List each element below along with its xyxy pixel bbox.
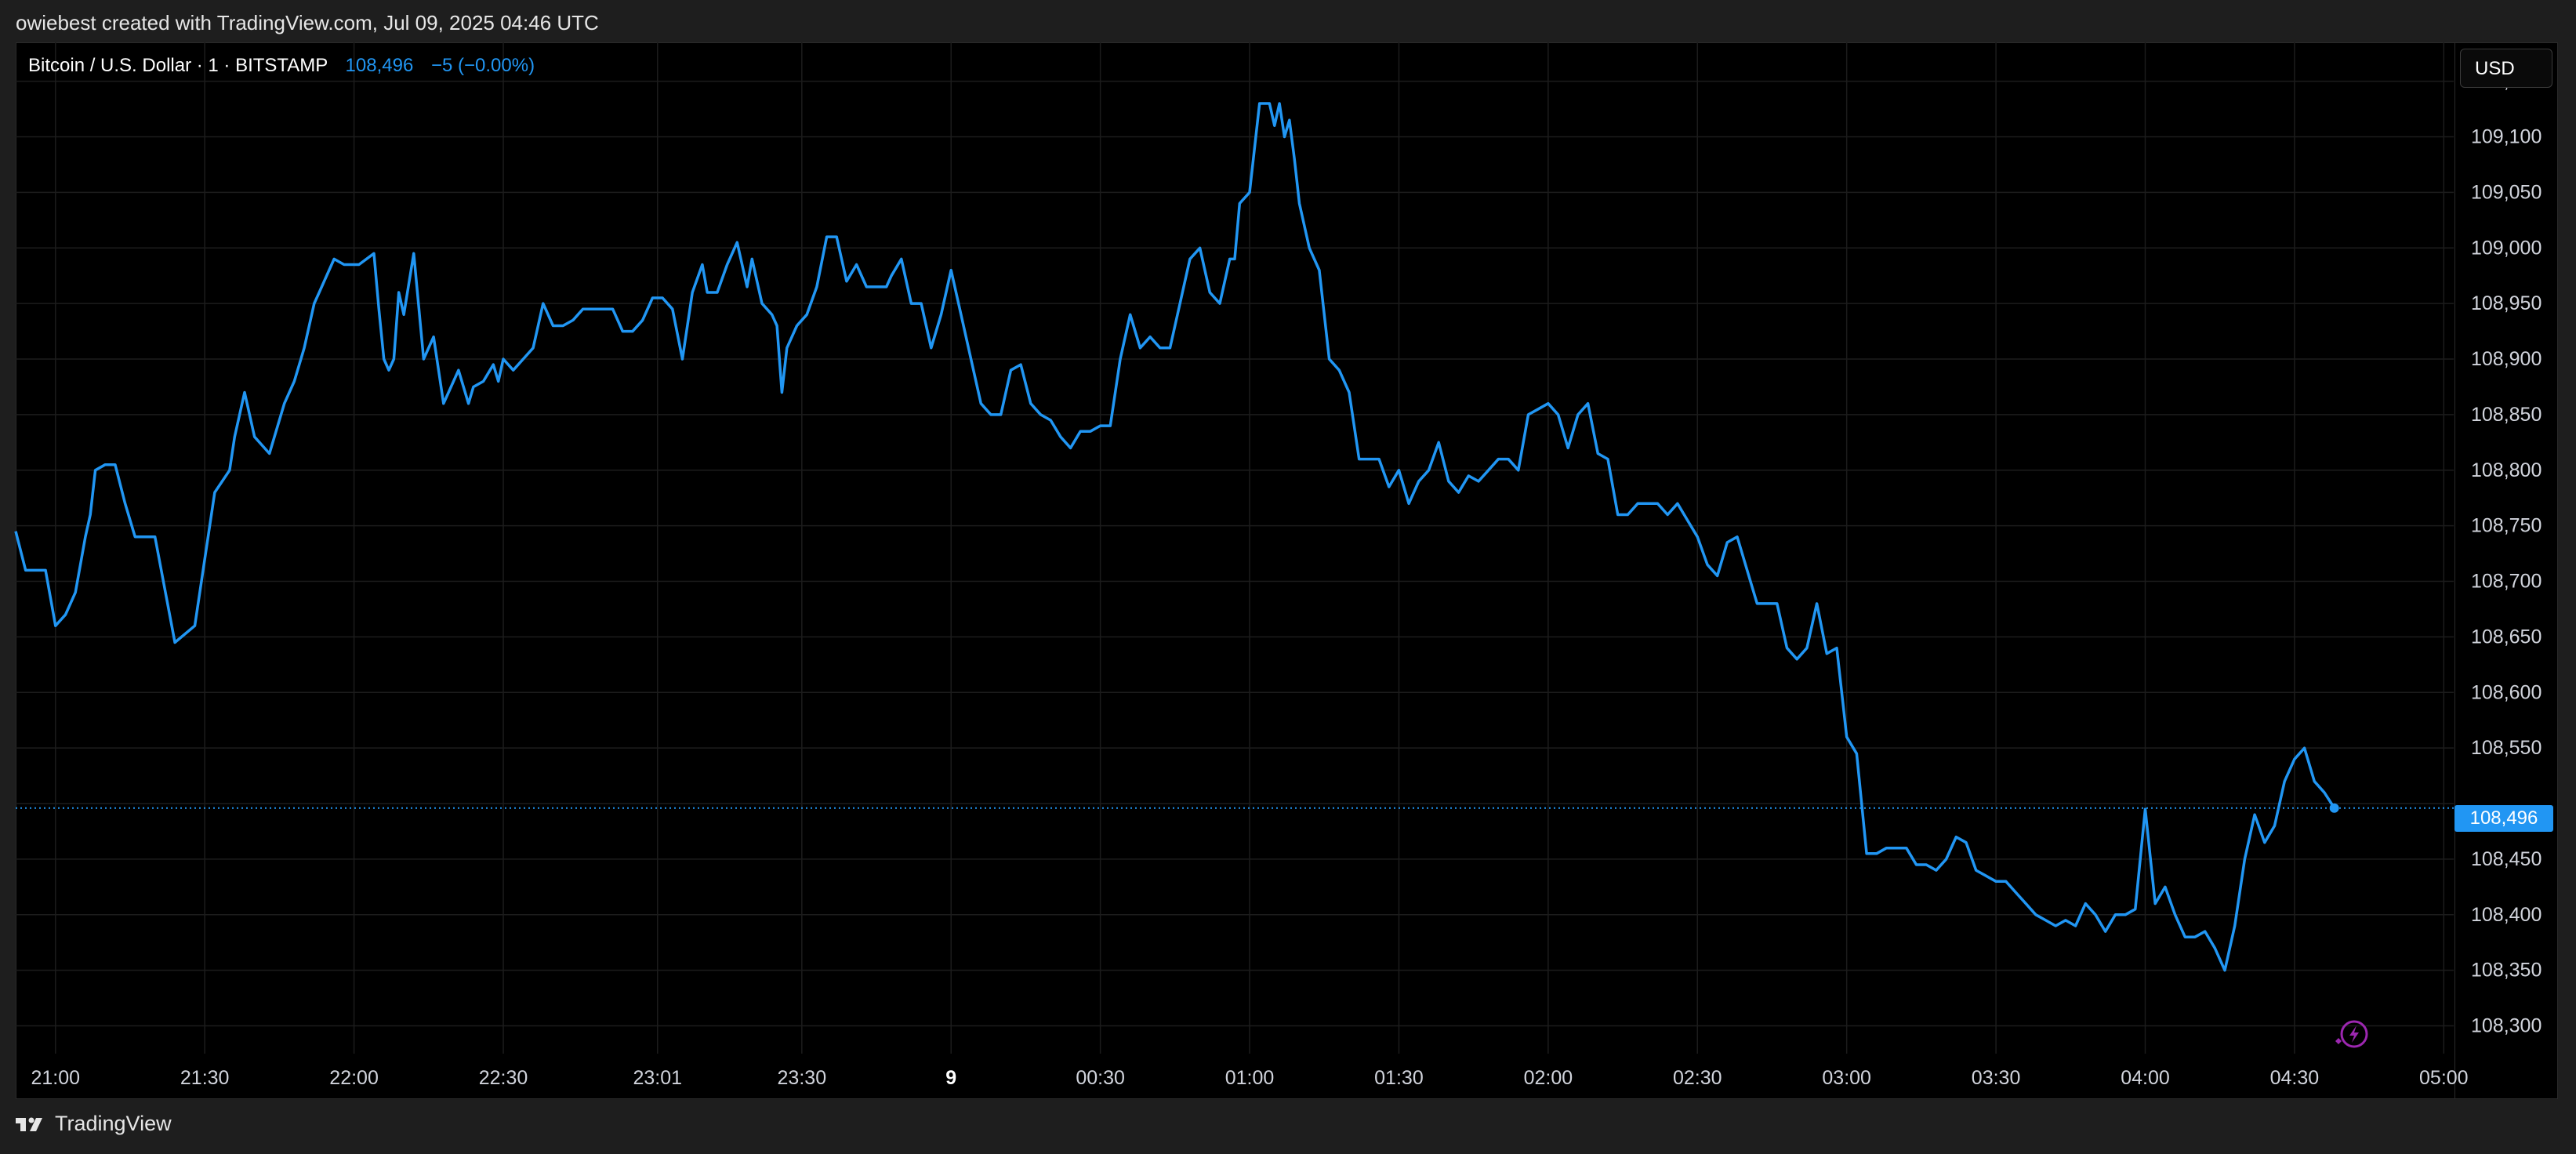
y-tick-label: 109,100 [2471, 125, 2542, 147]
x-tick-label: 00:30 [1076, 1067, 1125, 1089]
y-tick-label: 108,600 [2471, 681, 2542, 703]
x-tick-label: 05:00 [2419, 1067, 2469, 1089]
tradingview-logo-icon [16, 1117, 42, 1131]
x-tick-label: 04:00 [2121, 1067, 2170, 1089]
y-tick-label: 108,300 [2471, 1015, 2542, 1037]
y-tick-label: 109,000 [2471, 237, 2542, 259]
y-tick-label: 108,900 [2471, 348, 2542, 370]
x-tick-label: 21:30 [180, 1067, 230, 1089]
y-tick-label: 108,350 [2471, 960, 2542, 982]
x-tick-label: 9 [945, 1067, 956, 1089]
y-tick-label: 108,650 [2471, 626, 2542, 648]
x-tick-label: 22:30 [479, 1067, 528, 1089]
x-tick-label: 02:30 [1673, 1067, 1722, 1089]
x-tick-label: 02:00 [1524, 1067, 1573, 1089]
x-tick-label: 01:30 [1374, 1067, 1424, 1089]
y-tick-label: 108,700 [2471, 571, 2542, 593]
change-value: −5 (−0.00%) [430, 55, 535, 76]
last-price-dot [2329, 803, 2339, 813]
x-tick-label: 03:30 [1972, 1067, 2021, 1089]
last-price-tag: 108,496 [2454, 805, 2553, 832]
y-axis-labels: 108,300 108,350 108,400 108,450 108,550 108,6… [2471, 71, 2542, 1037]
price-series-line [14, 102, 2336, 972]
footer-bar [0, 1101, 2576, 1154]
currency-selector[interactable]: USD [2460, 49, 2552, 88]
x-tick-label: 22:00 [329, 1067, 379, 1089]
x-tick-label: 01:00 [1225, 1067, 1275, 1089]
symbol-name: Bitcoin / U.S. Dollar · 1 · BITSTAMP [28, 55, 328, 76]
x-tick-label: 23:01 [633, 1067, 682, 1089]
footer-brand[interactable]: TradingView [16, 1112, 172, 1136]
x-tick-label: 23:30 [778, 1067, 827, 1089]
grid-lines [16, 42, 2454, 1054]
y-tick-label: 108,450 [2471, 848, 2542, 870]
y-tick-label: 108,800 [2471, 459, 2542, 481]
y-tick-label: 108,750 [2471, 515, 2542, 537]
y-tick-label: 108,550 [2471, 737, 2542, 759]
y-tick-label: 108,400 [2471, 904, 2542, 926]
y-tick-label: 109,050 [2471, 181, 2542, 203]
lightning-alert-icon[interactable] [2332, 1018, 2370, 1052]
chart-svg: 108,300 108,350 108,400 108,450 108,550 108,6… [14, 42, 2542, 1089]
brand-name: TradingView [55, 1112, 172, 1135]
x-tick-label: 04:30 [2270, 1067, 2320, 1089]
symbol-legend: Bitcoin / U.S. Dollar · 1 · BITSTAMP 108… [28, 55, 535, 77]
x-tick-label: 21:00 [31, 1067, 80, 1089]
x-axis-labels: 21:00 21:30 22:00 22:30 23:01 23:30 9 00:30 01:0… [31, 1067, 2468, 1089]
x-tick-label: 03:00 [1822, 1067, 1871, 1089]
y-tick-label: 108,850 [2471, 404, 2542, 426]
last-value: 108,496 [345, 55, 414, 76]
y-tick-label: 108,950 [2471, 292, 2542, 314]
